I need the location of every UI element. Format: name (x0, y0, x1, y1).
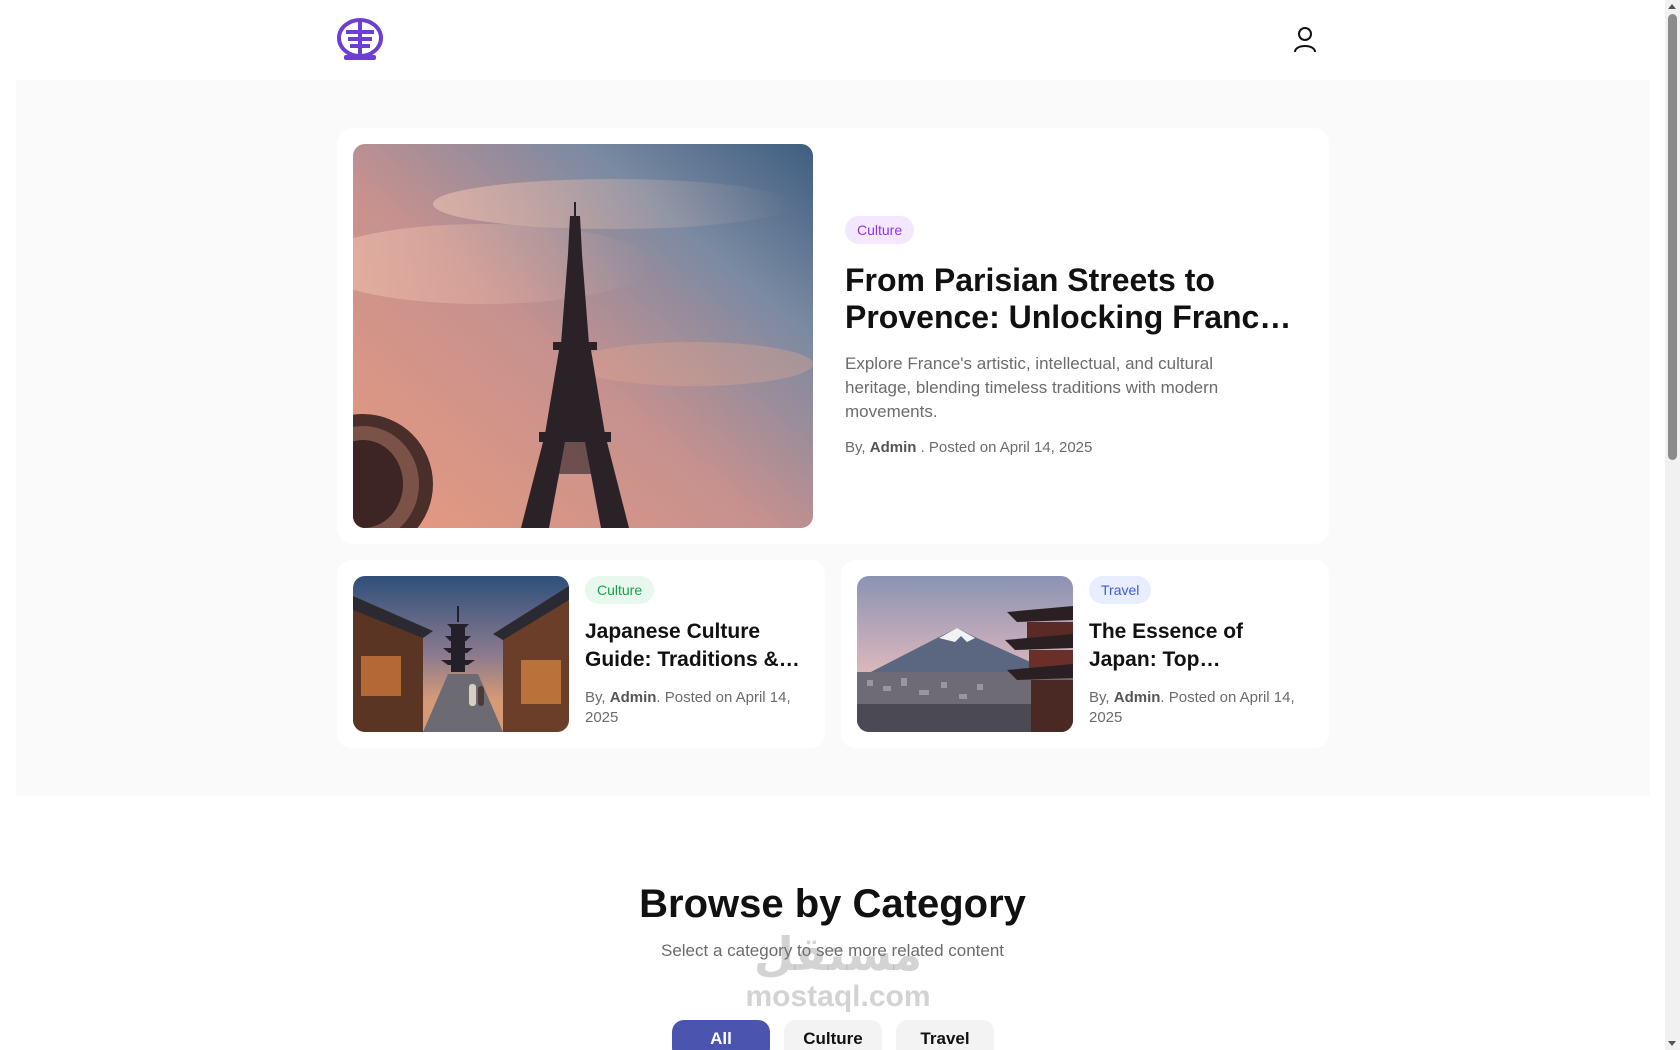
post-card[interactable]: Travel The Essence of Japan: Top Destina… (841, 560, 1329, 748)
section-title: Browse by Category (639, 882, 1026, 926)
post-author[interactable]: Admin (870, 439, 917, 456)
site-header (0, 0, 1665, 80)
meta-prefix: By, (585, 689, 606, 706)
category-badge[interactable]: Culture (585, 576, 655, 604)
featured-post-body: Culture From Parisian Streets to Provenc… (845, 216, 1305, 458)
post-meta: By, Admin. Posted on April 14, 2025 (1089, 688, 1313, 728)
kyoto-street-pagoda-photo[interactable] (353, 576, 569, 732)
filter-travel-button[interactable]: Travel (896, 1020, 994, 1050)
category-badge[interactable]: Culture (845, 216, 915, 244)
scrollbar-thumb[interactable] (1668, 14, 1677, 460)
globe-logo-icon[interactable] (336, 18, 386, 62)
scrollbar[interactable] (1665, 0, 1680, 1050)
post-author[interactable]: Admin (610, 689, 657, 706)
section-subtitle: Select a category to see more related co… (660, 941, 1005, 960)
post-meta: By, Admin. Posted on April 14, 2025 (585, 688, 809, 728)
filter-culture-button[interactable]: Culture (784, 1020, 882, 1050)
mount-fuji-pagoda-photo[interactable] (857, 576, 1073, 732)
scroll-up-arrow-icon[interactable] (1668, 4, 1676, 9)
post-title[interactable]: The Essence of Japan: Top Destinations (1089, 618, 1313, 674)
user-icon[interactable] (1292, 26, 1318, 54)
scroll-down-arrow-icon[interactable] (1668, 1041, 1676, 1046)
post-author[interactable]: Admin (1114, 689, 1161, 706)
watermark-latin: mostaql.com (745, 980, 931, 1013)
post-meta: By, Admin . Posted on April 14, 2025 (845, 438, 1305, 458)
post-card-body: Travel The Essence of Japan: Top Destina… (1089, 576, 1313, 728)
eiffel-tower-sunset-photo[interactable] (353, 144, 813, 528)
post-title[interactable]: Japanese Culture Guide: Traditions & Cus… (585, 618, 809, 674)
category-badge[interactable]: Travel (1089, 576, 1152, 604)
meta-prefix: By, (1089, 689, 1110, 706)
meta-date: . Posted on April 14, 2025 (920, 439, 1093, 456)
page: Culture From Parisian Streets to Provenc… (0, 0, 1680, 1050)
filter-all-button[interactable]: All (672, 1020, 770, 1050)
post-card[interactable]: Culture Japanese Culture Guide: Traditio… (337, 560, 825, 748)
browse-section: Browse by Category Select a category to … (0, 880, 1665, 962)
featured-post-title[interactable]: From Parisian Streets to Provence: Unloc… (845, 262, 1305, 336)
post-card-body: Culture Japanese Culture Guide: Traditio… (585, 576, 809, 728)
featured-post-excerpt: Explore France's artistic, intellectual,… (845, 354, 1219, 421)
meta-prefix: By, (845, 439, 866, 456)
featured-post-card[interactable]: Culture From Parisian Streets to Provenc… (337, 128, 1329, 544)
